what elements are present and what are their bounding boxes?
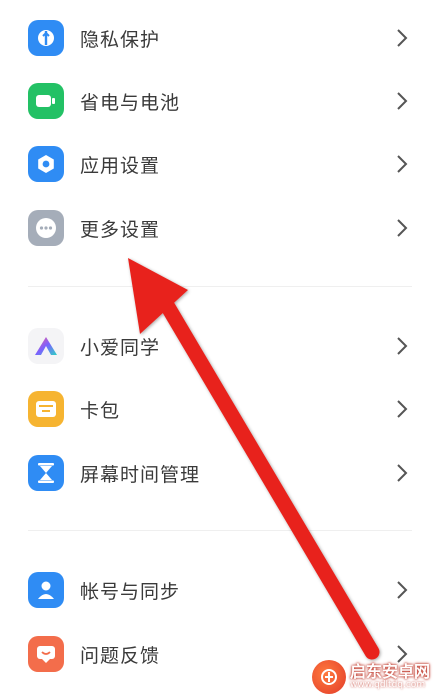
- feedback-icon: [28, 636, 64, 672]
- settings-item-label: 小爱同学: [80, 336, 161, 359]
- chevron-right-icon: [394, 462, 410, 484]
- settings-item-label: 应用设置: [80, 154, 161, 177]
- settings-item-more-settings[interactable]: 更多设置: [0, 198, 440, 258]
- xiaoai-icon: [28, 328, 64, 364]
- wallet-icon: [28, 391, 64, 427]
- settings-item-label: 屏幕时间管理: [80, 463, 201, 486]
- settings-item-label: 帐号与同步: [80, 580, 181, 603]
- settings-item-app-settings[interactable]: 应用设置: [0, 134, 440, 194]
- settings-item-account-sync[interactable]: 帐号与同步: [0, 560, 440, 620]
- chevron-right-icon: [394, 398, 410, 420]
- person-icon: [28, 572, 64, 608]
- chevron-right-icon: [394, 90, 410, 112]
- settings-item-label: 省电与电池: [80, 91, 181, 114]
- settings-item-wallet[interactable]: 卡包: [0, 379, 440, 439]
- chevron-right-icon: [394, 217, 410, 239]
- hourglass-icon: [28, 455, 64, 491]
- settings-item-privacy[interactable]: 隐私保护: [0, 8, 440, 68]
- settings-item-xiaoai[interactable]: 小爱同学: [0, 316, 440, 376]
- settings-item-label: 卡包: [80, 399, 121, 422]
- section-divider: [28, 286, 412, 287]
- settings-item-label: 问题反馈: [80, 644, 161, 667]
- chevron-right-icon: [394, 335, 410, 357]
- watermark-title: 启东安卓网: [350, 661, 431, 681]
- settings-item-label: 更多设置: [80, 218, 161, 241]
- gear-icon: [28, 146, 64, 182]
- site-watermark: 启东安卓网 www.qdltdq.com: [312, 654, 440, 700]
- section-divider: [28, 530, 412, 531]
- settings-item-battery[interactable]: 省电与电池: [0, 71, 440, 131]
- battery-icon: [28, 83, 64, 119]
- watermark-logo-icon: [312, 660, 346, 694]
- chevron-right-icon: [394, 27, 410, 49]
- chevron-right-icon: [394, 579, 410, 601]
- settings-item-screen-time[interactable]: 屏幕时间管理: [0, 443, 440, 503]
- watermark-url: www.qdltdq.com: [350, 679, 426, 690]
- shield-icon: [28, 20, 64, 56]
- settings-item-label: 隐私保护: [80, 28, 161, 51]
- chevron-right-icon: [394, 153, 410, 175]
- more-dots-icon: [28, 210, 64, 246]
